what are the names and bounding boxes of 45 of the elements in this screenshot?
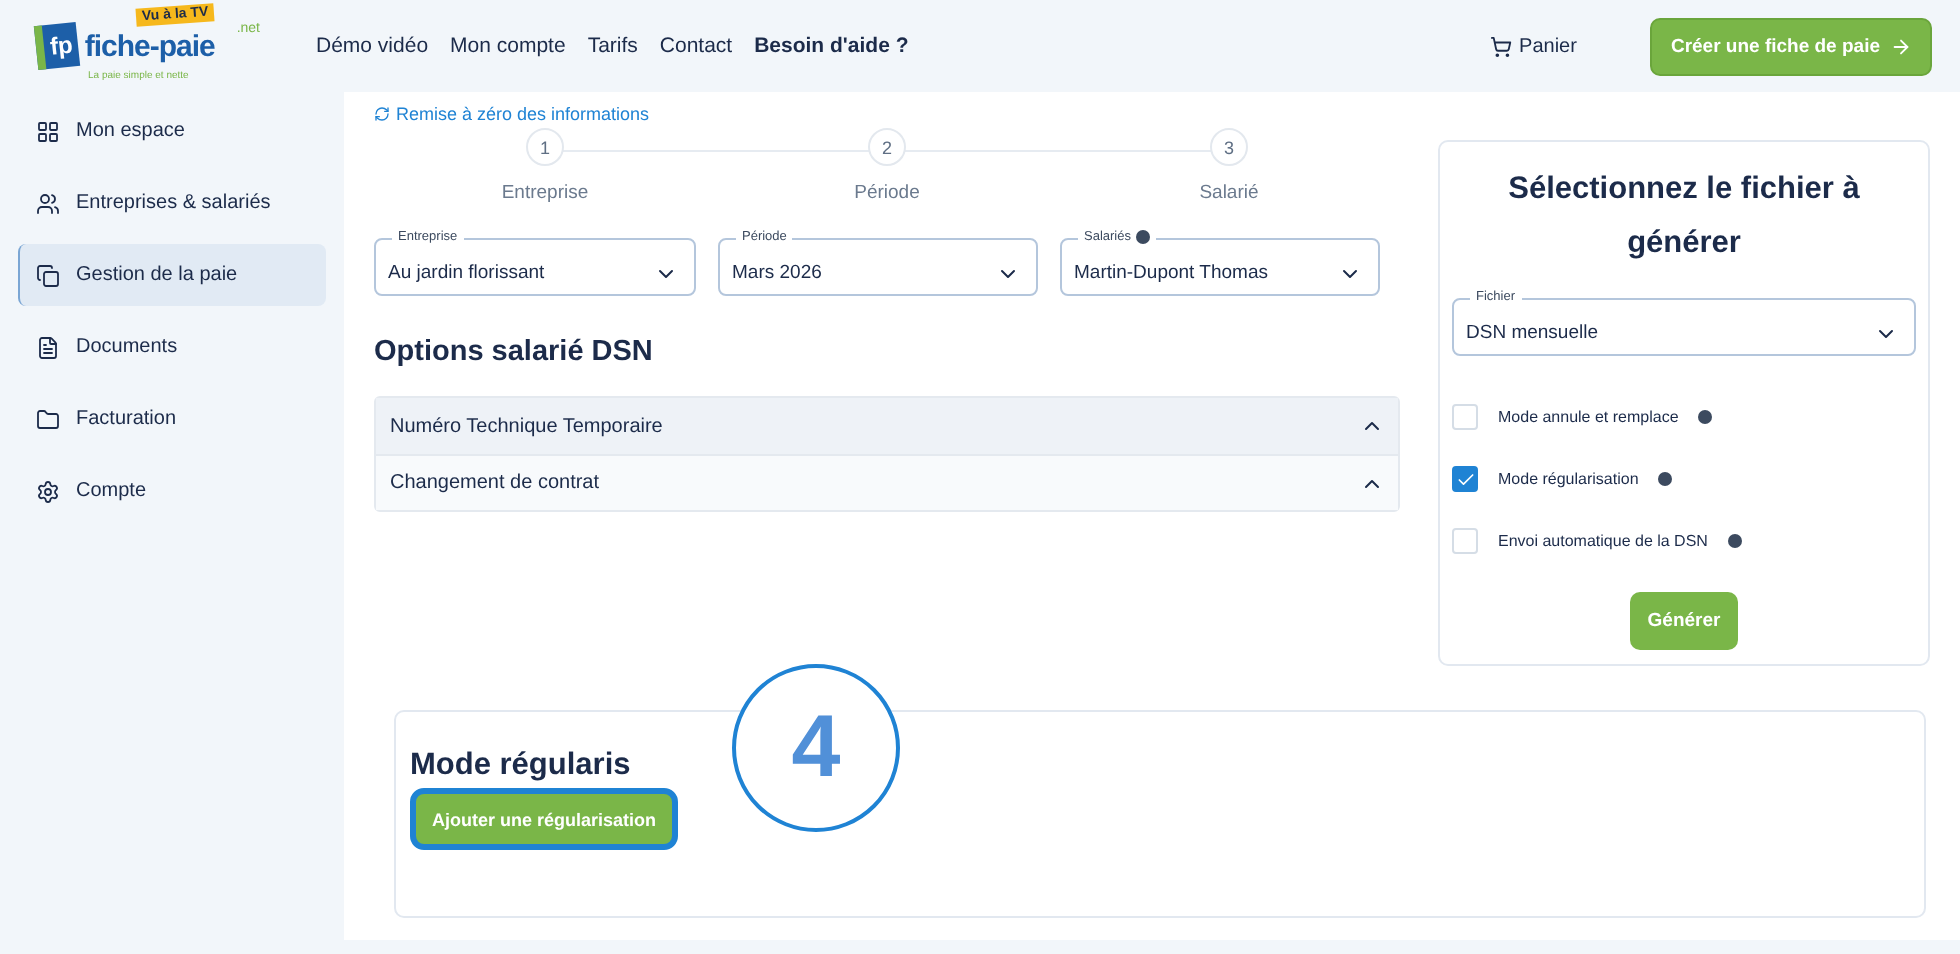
step-label: Salarié — [1199, 182, 1259, 204]
step-label: Entreprise — [501, 182, 589, 204]
checkbox-label: Mode régularisation — [1498, 470, 1639, 488]
nav-link[interactable]: Tarifs — [587, 34, 638, 58]
cart-link[interactable]: Panier — [1489, 35, 1577, 57]
refresh-icon — [374, 106, 390, 122]
checkbox[interactable] — [1452, 466, 1478, 492]
nav-link[interactable]: Mon compte — [450, 34, 566, 58]
logo-mark: fp — [33, 21, 81, 71]
users-icon — [36, 191, 60, 215]
arrow-icon — [1890, 35, 1912, 57]
step-number: 2 — [868, 128, 906, 166]
help-icon — [1727, 534, 1742, 548]
check-icon — [1455, 469, 1475, 489]
help-icon — [1658, 472, 1673, 486]
step-callout: 4 — [732, 664, 900, 832]
sidebar-item[interactable]: Facturation — [18, 388, 326, 450]
sidebar-item[interactable]: Gestion de la paie — [18, 244, 326, 306]
settings-icon — [36, 479, 60, 503]
nav-link[interactable]: Démo vidéo — [316, 34, 429, 58]
logo-name: fiche-paie — [84, 29, 215, 63]
section-title: Options salarié DSN — [374, 336, 655, 368]
checkbox-label: Mode annule et remplace — [1498, 408, 1679, 426]
sidebar-item[interactable]: Documents — [18, 316, 326, 378]
help-icon — [1698, 410, 1713, 424]
sidebar-item[interactable]: Entreprises & salariés — [18, 172, 326, 234]
accordion-header[interactable]: Changement de contrat — [376, 454, 1398, 510]
nav-link[interactable]: Contact — [659, 34, 733, 58]
nav-link[interactable]: Besoin d'aide ? — [754, 34, 909, 58]
sidebar-item[interactable]: Compte — [18, 460, 326, 522]
copy-icon — [36, 263, 60, 287]
panel-title: Sélectionnez le fichier à générer — [1506, 170, 1862, 264]
document-icon — [36, 335, 60, 359]
reset-link[interactable]: Remise à zéro des informations — [374, 100, 1400, 128]
checkbox-label: Envoi automatique de la DSN — [1498, 532, 1708, 550]
step-number: 3 — [1210, 128, 1248, 166]
help-icon — [1136, 230, 1151, 244]
accordion-header[interactable]: Numéro Technique Temporaire — [376, 398, 1398, 454]
folder-icon — [36, 407, 60, 431]
step-number: 1 — [526, 128, 564, 166]
grid-icon — [36, 119, 60, 143]
section-title: Mode régularis — [410, 748, 631, 782]
sidebar-item[interactable]: Mon espace — [18, 100, 326, 162]
cart-icon — [1489, 35, 1512, 57]
step-label: Période — [854, 182, 920, 204]
